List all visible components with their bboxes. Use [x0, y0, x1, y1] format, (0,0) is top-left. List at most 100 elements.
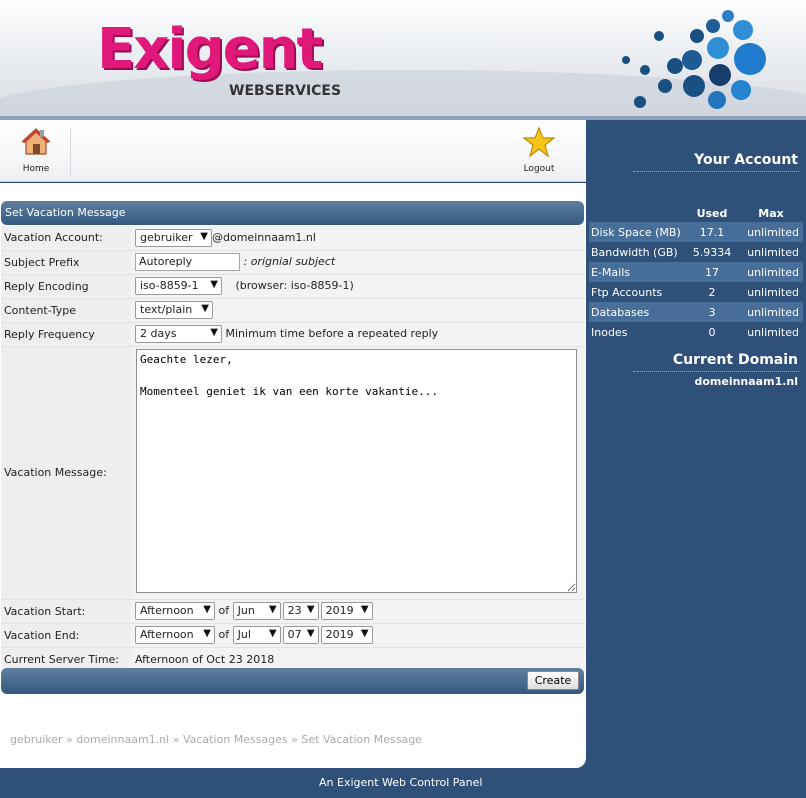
your-account-heading: Your Account	[694, 152, 798, 168]
encoding-cell: iso-8859-1 ▼ (browser: iso-8859-1)	[131, 274, 585, 299]
subject-suffix: : orignial subject	[243, 255, 336, 268]
frequency-label: Reply Frequency	[1, 322, 131, 347]
current-domain-heading: Current Domain	[672, 352, 798, 368]
logout-label: Logout	[523, 164, 555, 174]
home-link[interactable]: Home	[6, 126, 66, 180]
end-year-select[interactable]: 2019 ▼	[320, 626, 373, 644]
end-of-text: of	[218, 628, 230, 641]
frequency-cell: 2 days ▼ Minimum time before a repeated …	[131, 322, 585, 347]
message-cell: Geachte lezer, Momenteel geniet ik van e…	[131, 346, 585, 600]
row-end: Vacation End: Afternoon ▼ of Jul ▼ 07 ▼ …	[1, 623, 585, 648]
row-frequency: Reply Frequency 2 days ▼ Minimum time be…	[1, 322, 585, 347]
usage-max: unlimited	[747, 285, 799, 299]
start-of-text: of	[218, 604, 230, 617]
chevron-down-icon: ▼	[306, 604, 315, 615]
brand-logo: Exigent	[97, 17, 323, 82]
chevron-down-icon: ▼	[201, 303, 209, 314]
chevron-down-icon: ▼	[268, 628, 277, 639]
account-sidebar: Your Account Used Max Disk Space (MB) 17…	[586, 120, 806, 768]
end-day-value: 07	[287, 628, 302, 641]
breadcrumb-separator: »	[66, 733, 73, 746]
frequency-select[interactable]: 2 days ▼	[135, 325, 222, 343]
usage-row-emails: E-Mails 17 unlimited	[589, 262, 803, 282]
account-domain: @domeinnaam1.nl	[212, 230, 316, 244]
breadcrumb-user[interactable]: gebruiker	[10, 733, 63, 746]
vacation-message-textarea[interactable]: Geachte lezer, Momenteel geniet ik van e…	[136, 348, 577, 593]
start-day-select[interactable]: 23 ▼	[282, 602, 319, 620]
usage-used: 5.9334	[692, 245, 732, 259]
chevron-down-icon: ▼	[306, 628, 315, 639]
account-select[interactable]: gebruiker ▼	[135, 228, 212, 247]
breadcrumb-domain[interactable]: domeinnaam1.nl	[76, 733, 169, 746]
home-label: Home	[22, 164, 50, 174]
end-year-value: 2019	[325, 628, 354, 641]
start-time-select[interactable]: Afternoon ▼	[135, 602, 215, 620]
usage-used: 17.1	[685, 222, 739, 242]
logout-link[interactable]: Logout	[509, 126, 569, 180]
breadcrumb-separator: »	[291, 733, 298, 746]
usage-used: 0	[708, 325, 716, 339]
header-banner: Exigent WEBSERVICES	[0, 0, 806, 120]
start-month-select[interactable]: Jun ▼	[232, 602, 281, 620]
create-button[interactable]: Create	[527, 671, 579, 690]
form-title: Set Vacation Message	[1, 201, 584, 225]
top-navigation: Home Logout	[0, 120, 586, 182]
usage-used: 3	[685, 302, 739, 322]
header-max: Max	[758, 206, 784, 220]
usage-max: unlimited	[739, 262, 803, 282]
breadcrumb-vacation-messages[interactable]: Vacation Messages	[183, 733, 288, 746]
start-time-value: Afternoon	[140, 604, 194, 617]
content-type-label: Content-Type	[1, 298, 131, 323]
home-icon	[21, 128, 51, 155]
account-usage-table: Used Max Disk Space (MB) 17.1 unlimited …	[589, 204, 803, 342]
usage-used: 17	[685, 262, 739, 282]
usage-label: E-Mails	[589, 262, 685, 282]
start-cell: Afternoon ▼ of Jun ▼ 23 ▼ 2019 ▼	[131, 599, 585, 624]
breadcrumb-current: Set Vacation Message	[301, 733, 422, 746]
usage-label: Inodes	[591, 325, 628, 339]
subject-prefix-input[interactable]: Autoreply	[135, 253, 240, 271]
content-type-select[interactable]: text/plain ▼	[135, 301, 213, 319]
subject-label: Subject Prefix	[1, 250, 131, 275]
account-cell: gebruiker ▼ @domeinnaam1.nl	[131, 226, 585, 251]
start-month-value: Jun	[237, 604, 255, 617]
encoding-note: (browser: iso-8859-1)	[235, 279, 354, 292]
usage-row-ftp: Ftp Accounts 2 unlimited	[589, 282, 803, 302]
end-time-select[interactable]: Afternoon ▼	[135, 626, 215, 644]
row-content-type: Content-Type text/plain ▼	[1, 298, 585, 323]
star-icon	[523, 126, 555, 158]
usage-max: unlimited	[747, 325, 799, 339]
form-action-bar: Create	[1, 668, 584, 694]
message-label: Vacation Message:	[1, 346, 131, 600]
chevron-down-icon: ▼	[210, 327, 218, 338]
row-account: Vacation Account: gebruiker ▼ @domeinnaa…	[1, 226, 585, 251]
breadcrumb-separator: »	[172, 733, 180, 746]
header-blank	[589, 204, 685, 222]
usage-used: 2	[708, 285, 716, 299]
start-year-select[interactable]: 2019 ▼	[320, 602, 373, 620]
usage-row-bandwidth: Bandwidth (GB) 5.9334 unlimited	[589, 242, 803, 262]
row-message: Vacation Message: Geachte lezer, Momente…	[1, 346, 585, 600]
chevron-down-icon: ▼	[360, 628, 369, 639]
start-day-value: 23	[287, 604, 302, 617]
encoding-select-value: iso-8859-1	[140, 279, 199, 292]
heading-underline	[633, 371, 799, 372]
end-day-select[interactable]: 07 ▼	[282, 626, 319, 644]
row-encoding: Reply Encoding iso-8859-1 ▼ (browser: is…	[1, 274, 585, 299]
main-content: Set Vacation Message Vacation Account: g…	[0, 183, 586, 768]
chevron-down-icon: ▼	[203, 628, 211, 639]
chevron-down-icon: ▼	[200, 230, 208, 242]
frequency-note: Minimum time before a repeated reply	[225, 327, 439, 340]
encoding-select[interactable]: iso-8859-1 ▼	[135, 277, 222, 295]
usage-max: unlimited	[747, 245, 799, 259]
start-year-value: 2019	[325, 604, 354, 617]
usage-label: Databases	[589, 302, 685, 322]
chevron-down-icon: ▼	[360, 604, 369, 615]
account-label: Vacation Account:	[1, 226, 131, 251]
end-cell: Afternoon ▼ of Jul ▼ 07 ▼ 2019 ▼	[131, 623, 585, 648]
row-start: Vacation Start: Afternoon ▼ of Jun ▼ 23 …	[1, 599, 585, 624]
end-time-value: Afternoon	[140, 628, 194, 641]
end-month-select[interactable]: Jul ▼	[232, 626, 281, 644]
usage-label: Ftp Accounts	[591, 285, 663, 299]
bubbles-logo-graphic	[622, 10, 766, 109]
